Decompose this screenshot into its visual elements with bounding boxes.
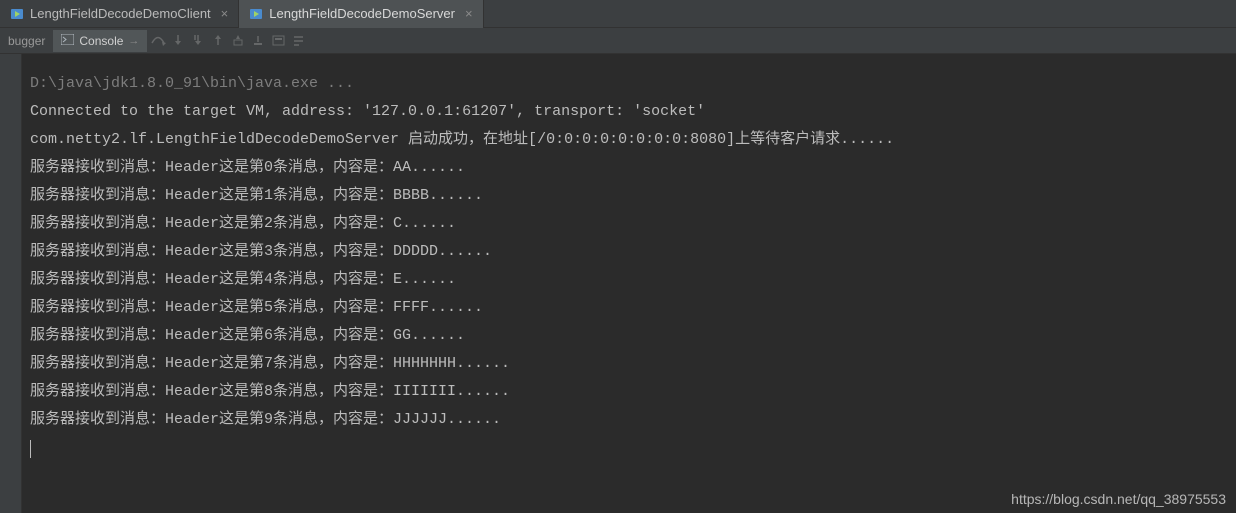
evaluate-icon[interactable] (269, 31, 287, 51)
pin-icon: → (128, 35, 139, 47)
output-line: 服务器接收到消息：Header这是第5条消息，内容是：FFFF...... (30, 294, 1228, 322)
output-line: Connected to the target VM, address: '12… (30, 98, 1228, 126)
output-line: 服务器接收到消息：Header这是第4条消息，内容是：E...... (30, 266, 1228, 294)
console-tab[interactable]: Console → (53, 30, 147, 52)
close-icon[interactable]: × (221, 6, 229, 21)
output-line: 服务器接收到消息：Header这是第0条消息，内容是：AA...... (30, 154, 1228, 182)
debugger-tab[interactable]: bugger (2, 34, 51, 48)
output-line: com.netty2.lf.LengthFieldDecodeDemoServe… (30, 126, 1228, 154)
output-line: 服务器接收到消息：Header这是第1条消息，内容是：BBBB...... (30, 182, 1228, 210)
step-into-icon[interactable] (169, 31, 187, 51)
step-out-icon[interactable] (209, 31, 227, 51)
run-icon (249, 7, 263, 21)
force-step-into-icon[interactable] (189, 31, 207, 51)
step-over-icon[interactable] (149, 31, 167, 51)
output-line: 服务器接收到消息：Header这是第6条消息，内容是：GG...... (30, 322, 1228, 350)
tab-label: LengthFieldDecodeDemoServer (269, 6, 455, 21)
run-config-tabs: LengthFieldDecodeDemoClient × LengthFiel… (0, 0, 1236, 28)
caret-line (30, 434, 1228, 462)
drop-frame-icon[interactable] (229, 31, 247, 51)
debug-toolbar: bugger Console → (0, 28, 1236, 54)
output-line: 服务器接收到消息：Header这是第8条消息，内容是：IIIIIII...... (30, 378, 1228, 406)
console-tab-label: Console (79, 34, 123, 48)
gutter (0, 54, 22, 513)
trace-icon[interactable] (289, 31, 307, 51)
output-line: 服务器接收到消息：Header这是第3条消息，内容是：DDDDD...... (30, 238, 1228, 266)
run-icon (10, 7, 24, 21)
output-line: 服务器接收到消息：Header这是第9条消息，内容是：JJJJJJ...... (30, 406, 1228, 434)
tab-client[interactable]: LengthFieldDecodeDemoClient × (0, 0, 239, 28)
tab-server[interactable]: LengthFieldDecodeDemoServer × (239, 0, 483, 28)
watermark: https://blog.csdn.net/qq_38975553 (1011, 491, 1226, 507)
output-line: 服务器接收到消息：Header这是第7条消息，内容是：HHHHHHH...... (30, 350, 1228, 378)
console-output[interactable]: D:\java\jdk1.8.0_91\bin\java.exe ... Con… (22, 54, 1236, 513)
command-line: D:\java\jdk1.8.0_91\bin\java.exe ... (30, 70, 1228, 98)
output-line: 服务器接收到消息：Header这是第2条消息，内容是：C...... (30, 210, 1228, 238)
console-icon (61, 34, 74, 48)
run-to-cursor-icon[interactable] (249, 31, 267, 51)
close-icon[interactable]: × (465, 6, 473, 21)
tab-label: LengthFieldDecodeDemoClient (30, 6, 211, 21)
